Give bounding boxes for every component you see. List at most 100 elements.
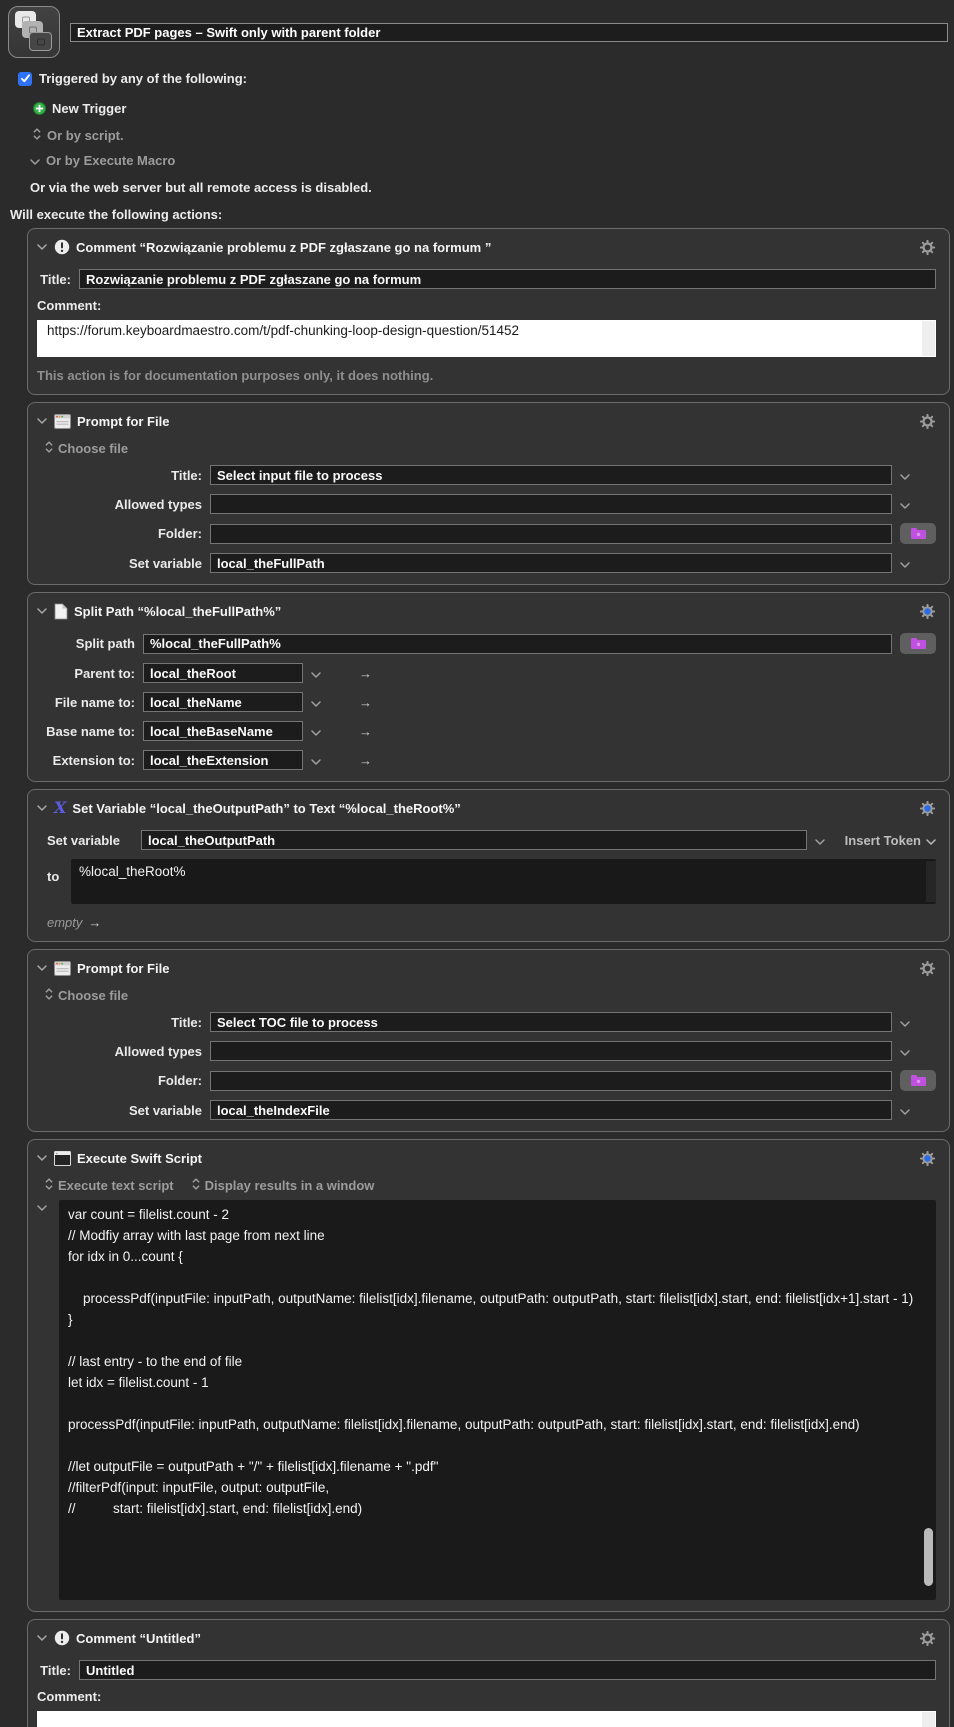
result-arrow-icon[interactable]: → (359, 666, 372, 681)
chevron-down-icon[interactable] (900, 1015, 910, 1030)
chevron-down-icon[interactable] (900, 556, 910, 571)
scrollbar-thumb[interactable] (924, 1528, 933, 1586)
script-mode-row: Execute text script Display results in a… (45, 1178, 936, 1193)
variable-x-icon: X (54, 800, 66, 816)
gear-icon[interactable] (919, 413, 936, 430)
set-variable-name-row: Set variable local_theOutputPath Insert … (37, 830, 936, 850)
will-execute-label: Will execute the following actions: (10, 207, 222, 222)
gear-icon[interactable] (919, 1150, 936, 1167)
comment-title-field[interactable]: Rozwiązanie problemu z PDF zgłaszane go … (79, 269, 936, 289)
mode-popup-button[interactable]: Choose file (45, 441, 936, 456)
base-name-variable-field[interactable]: local_theBaseName (143, 721, 303, 741)
result-arrow-icon[interactable]: → (359, 695, 372, 710)
chevron-down-icon[interactable] (37, 608, 54, 614)
new-trigger-row[interactable]: New Trigger (33, 101, 954, 116)
script-source-popup-button[interactable]: Execute text script (45, 1178, 174, 1193)
folder-picker-button[interactable] (900, 633, 936, 654)
or-by-script-row[interactable]: Or by script. (33, 128, 954, 143)
folder-field[interactable] (210, 524, 892, 544)
triggered-checkbox[interactable] (18, 72, 32, 86)
or-by-execute-macro-row[interactable]: Or by Execute Macro (30, 153, 954, 168)
keycap-icon (29, 32, 52, 51)
preview-arrow-icon[interactable]: → (88, 915, 101, 930)
result-arrow-icon[interactable]: → (359, 753, 372, 768)
updown-selector-icon (192, 1178, 200, 1193)
chevron-down-icon[interactable] (900, 468, 910, 483)
action-header: Prompt for File (37, 955, 936, 981)
field-value: local_theExtension (150, 753, 268, 768)
chevron-down-icon[interactable] (311, 753, 321, 768)
chevron-down-icon[interactable] (37, 244, 54, 250)
split-path-field[interactable]: %local_theFullPath% (143, 634, 892, 654)
chevron-down-icon[interactable] (37, 965, 54, 971)
field-label: Base name to: (37, 724, 135, 739)
action-title: Execute Swift Script (77, 1151, 911, 1166)
allowed-types-field[interactable] (210, 494, 892, 514)
macro-title-text: Extract PDF pages – Swift only with pare… (77, 25, 380, 40)
chevron-down-icon[interactable] (37, 805, 54, 811)
gear-icon[interactable] (919, 1630, 936, 1647)
swift-script-text-area[interactable]: var count = filelist.count - 2 // Modfiy… (59, 1200, 936, 1600)
title-label: Title: (37, 1663, 71, 1678)
comment-text-area[interactable] (37, 1711, 936, 1727)
chevron-down-icon[interactable] (311, 666, 321, 681)
folder-field[interactable] (210, 1071, 892, 1091)
chevron-down-icon[interactable] (900, 1103, 910, 1118)
chevron-down-icon[interactable] (37, 418, 54, 424)
mode-popup-button[interactable]: Choose file (45, 988, 936, 1003)
chevron-down-icon (30, 153, 40, 168)
action-header: Comment “Rozwiązanie problemu z PDF zgła… (37, 234, 936, 260)
variable-value-text-area[interactable]: %local_theRoot% (71, 859, 936, 904)
chevron-down-icon[interactable] (311, 724, 321, 739)
allowed-types-row: Allowed types (37, 494, 936, 514)
parent-to-row: Parent to: local_theRoot → (37, 663, 936, 683)
action-prompt-for-file-toc: Prompt for File Choose file Title: Selec… (27, 949, 950, 1132)
gear-icon[interactable] (919, 239, 936, 256)
field-value: local_theRoot (150, 666, 236, 681)
action-split-path: Split Path “%local_theFullPath%” Split p… (27, 592, 950, 782)
chevron-down-icon[interactable] (311, 695, 321, 710)
chevron-down-icon[interactable] (37, 1200, 59, 1600)
gear-icon[interactable] (919, 960, 936, 977)
chevron-down-icon[interactable] (900, 497, 910, 512)
comment-label-row: Comment: (37, 298, 936, 313)
comment-label: Comment: (37, 298, 101, 313)
chevron-down-icon[interactable] (815, 833, 825, 848)
comment-exclamation-icon (54, 1630, 70, 1646)
comment-title-field[interactable]: Untitled (79, 1660, 936, 1680)
action-title: Prompt for File (77, 961, 911, 976)
documentation-note: This action is for documentation purpose… (37, 368, 936, 383)
prompt-title-row: Title: Select TOC file to process (37, 1012, 936, 1032)
variable-name-field[interactable]: local_theOutputPath (141, 830, 807, 850)
chevron-down-icon[interactable] (37, 1155, 54, 1161)
prompt-title-field[interactable]: Select TOC file to process (210, 1012, 892, 1032)
action-execute-swift-script: Execute Swift Script Execute text script… (27, 1139, 950, 1612)
set-variable-field[interactable]: local_theIndexFile (210, 1100, 892, 1120)
extension-variable-field[interactable]: local_theExtension (143, 750, 303, 770)
allowed-types-field[interactable] (210, 1041, 892, 1061)
insert-token-button[interactable]: Insert Token (845, 833, 936, 848)
updown-selector-icon (45, 1178, 53, 1193)
folder-row: Folder: (37, 1070, 936, 1091)
chevron-down-icon[interactable] (900, 1044, 910, 1059)
parent-variable-field[interactable]: local_theRoot (143, 663, 303, 683)
title-row: Title: Rozwiązanie problemu z PDF zgłasz… (37, 269, 936, 289)
gear-icon[interactable] (919, 603, 936, 620)
file-name-variable-field[interactable]: local_theName (143, 692, 303, 712)
set-variable-field[interactable]: local_theFullPath (210, 553, 892, 573)
chevron-down-icon[interactable] (37, 1635, 54, 1641)
macro-title-input[interactable]: Extract PDF pages – Swift only with pare… (70, 23, 948, 42)
prompt-title-field[interactable]: Select input file to process (210, 465, 892, 485)
comment-text-area[interactable]: https://forum.keyboardmaestro.com/t/pdf-… (37, 320, 936, 357)
comment-label: Comment: (37, 1689, 101, 1704)
action-set-variable: X Set Variable “local_theOutputPath” to … (27, 789, 950, 942)
result-arrow-icon[interactable]: → (359, 724, 372, 739)
to-label: to (47, 869, 67, 884)
script-results-label: Display results in a window (205, 1178, 375, 1193)
script-results-popup-button[interactable]: Display results in a window (192, 1178, 375, 1193)
folder-picker-button[interactable] (900, 523, 936, 544)
folder-picker-button[interactable] (900, 1070, 936, 1091)
field-value: Select TOC file to process (217, 1015, 378, 1030)
field-label: Allowed types (37, 497, 202, 512)
gear-icon[interactable] (919, 800, 936, 817)
